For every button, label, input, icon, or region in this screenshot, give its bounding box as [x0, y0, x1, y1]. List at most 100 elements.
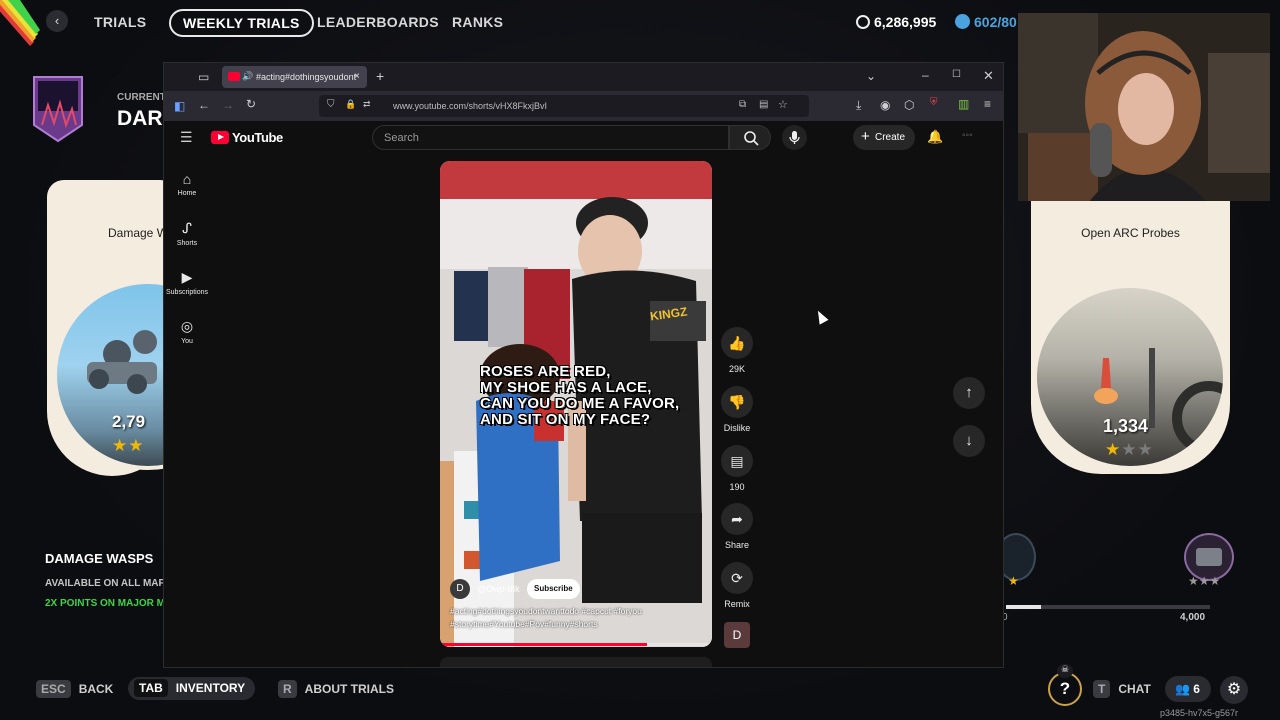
next-short-button[interactable]: ↓ — [953, 425, 985, 457]
token-balance: 602/80 — [955, 14, 1017, 30]
menu-icon[interactable]: ≡ — [984, 97, 991, 111]
youtube-logo-text[interactable]: YouTube — [232, 130, 283, 145]
sidebar-item-you[interactable]: ◎ You — [164, 318, 210, 345]
trial-title: DAMAGE WASPS — [45, 551, 154, 566]
dislike-button[interactable]: 👎 Dislike — [719, 386, 755, 433]
permissions-icon[interactable]: ⇄ — [363, 99, 371, 110]
avatar-loading-icon[interactable]: ◦◦◦ — [962, 130, 973, 141]
hashtags-line-1[interactable]: #acting#dothingsyoudontwanttodo #capcut … — [450, 606, 642, 616]
trial-card-open-arc-probes[interactable]: Open ARC Probes 1,334 ★★★ — [1031, 180, 1230, 474]
new-tab-icon[interactable]: + — [376, 68, 384, 84]
previous-short-button[interactable]: ↑ — [953, 377, 985, 409]
youtube-logo-icon[interactable] — [211, 131, 229, 144]
party-icon: 👥 — [1175, 682, 1190, 696]
pip-icon[interactable]: ⧉ — [739, 99, 746, 110]
address-bar[interactable]: ⛉ 🔒 ⇄ www.youtube.com/shorts/vHX8FkxjBvI… — [319, 95, 809, 117]
forward-icon[interactable]: → — [222, 98, 234, 112]
browser-toolbar: ◧ ← → ↻ ⛉ 🔒 ⇄ www.youtube.com/shorts/vHX… — [164, 91, 1003, 121]
chevron-down-icon[interactable]: ⌄ — [866, 69, 876, 83]
tab-weekly-trials[interactable]: WEEKLY TRIALS — [169, 9, 314, 37]
webcam-overlay — [1018, 13, 1270, 201]
tab-trials[interactable]: TRIALS — [94, 14, 146, 30]
coin-balance: 6,286,995 — [856, 14, 936, 30]
party-button[interactable]: 👥 6 — [1165, 676, 1211, 702]
tab-list-icon[interactable]: ▭ — [198, 70, 209, 84]
reload-icon[interactable]: ↻ — [246, 97, 256, 111]
share-arrow-icon: ➦ — [721, 503, 753, 535]
inventory-button[interactable]: TAB INVENTORY — [128, 677, 256, 700]
account-icon[interactable]: ◉ — [880, 98, 890, 112]
user-icon: ◎ — [180, 318, 194, 334]
card-title: Open ARC Probes — [1081, 226, 1180, 240]
youtube-header: ☰ YouTube Search + Create 🔔 ◦◦◦ — [164, 121, 1003, 155]
card-stars: ★★★ — [1105, 440, 1154, 459]
microphone-icon — [789, 131, 800, 144]
like-button[interactable]: 👍 29K — [719, 327, 755, 374]
sidebar-item-shorts[interactable]: ᔑ Shorts — [164, 220, 210, 247]
search-input[interactable]: Search — [372, 125, 729, 150]
thumbs-up-icon: 👍 — [721, 327, 753, 359]
close-icon[interactable]: ✕ — [983, 68, 994, 84]
channel-handle[interactable]: @Owp-t8k — [477, 584, 520, 594]
back-icon[interactable]: ← — [198, 98, 210, 112]
plus-icon: + — [861, 128, 870, 145]
adblock-icon[interactable]: ⛨ — [930, 97, 938, 108]
skull-icon: ☠ — [1057, 664, 1073, 678]
reader-icon[interactable]: ▤ — [759, 99, 768, 110]
subscribe-button[interactable]: Subscribe — [527, 579, 580, 599]
download-icon[interactable]: ⤓ — [856, 98, 861, 113]
lock-icon[interactable]: 🔒 — [345, 99, 356, 110]
comments-button[interactable]: ▤ 190 — [719, 445, 755, 492]
video-progress-bar[interactable] — [440, 643, 712, 646]
comment-icon: ▤ — [721, 445, 753, 477]
home-icon: ⌂ — [182, 171, 192, 187]
token-icon — [955, 14, 970, 29]
create-button[interactable]: + Create — [853, 125, 915, 150]
tab-key: TAB — [134, 679, 168, 697]
audio-source-avatar[interactable]: D — [724, 622, 750, 648]
streamer-webcam-image — [1018, 13, 1270, 201]
tab-ranks[interactable]: RANKS — [452, 14, 503, 30]
settings-gear-icon[interactable]: ⚙ — [1220, 676, 1248, 704]
maximize-icon[interactable]: ☐ — [952, 69, 961, 80]
search-icon — [744, 131, 759, 146]
speaker-icon[interactable]: 🔊 — [242, 71, 253, 82]
sidebar-item-home[interactable]: ⌂ Home — [164, 171, 210, 197]
trial-card-damage-wasps[interactable]: Damage W 2,79 ★★ — [47, 180, 243, 476]
esc-key: ESC — [36, 680, 71, 698]
share-button[interactable]: ➦ Share — [719, 503, 755, 550]
channel-avatar[interactable]: D — [450, 579, 470, 599]
points-progress-bar — [1006, 605, 1210, 609]
sidebar-icon[interactable]: ◧ — [174, 99, 185, 113]
chat-button[interactable]: T CHAT — [1093, 680, 1151, 698]
r-key: R — [278, 680, 297, 698]
card-stars: ★★ — [112, 436, 145, 455]
shield-icon[interactable]: ⛉ — [327, 99, 335, 110]
voice-search-button[interactable] — [782, 125, 807, 150]
tab-leaderboards[interactable]: LEADERBOARDS — [317, 14, 439, 30]
tab-close-icon[interactable]: × — [354, 71, 360, 82]
back-chevron-icon[interactable]: ‹ — [46, 10, 68, 32]
trial-bonus: 2X POINTS ON MAJOR MA — [45, 598, 173, 609]
browser-tabbar: ▭ 🔊 #acting#dothingsyoudont × + ⌄ – ☐ ✕ — [164, 63, 1003, 91]
search-button[interactable] — [729, 125, 771, 150]
crate-stars: ★★★ — [1188, 574, 1221, 588]
notifications-bell-icon[interactable]: 🔔 — [927, 129, 943, 145]
session-id: p3485-hv7x5-g567r — [1160, 708, 1239, 718]
minimize-icon[interactable]: – — [922, 68, 929, 82]
sidebar-item-subscriptions[interactable]: ▶ Subscriptions — [164, 269, 210, 296]
browser-tab[interactable]: 🔊 #acting#dothingsyoudont × — [222, 66, 367, 88]
bookmark-star-icon[interactable]: ☆ — [778, 98, 788, 111]
extensions-icon[interactable]: ⬡ — [904, 98, 914, 112]
about-trials-button[interactable]: R ABOUT TRIALS — [278, 680, 394, 698]
back-action[interactable]: ESC BACK — [36, 680, 113, 698]
shorts-icon: ᔑ — [182, 220, 192, 236]
equalizer-icon[interactable]: ▥ — [958, 97, 969, 111]
short-video-player[interactable]: KINGZ ROSES ARE RED, MY SHOE HAS A LACE,… — [440, 161, 712, 647]
remix-button[interactable]: ⟳ Remix — [719, 562, 755, 609]
coin-icon — [856, 15, 870, 29]
hamburger-menu-icon[interactable]: ☰ — [180, 129, 193, 146]
card-score: 2,79 — [112, 412, 146, 431]
current-label: CURRENT — [117, 92, 166, 103]
hashtags-line-2[interactable]: #storytime#Youtube#Pov#funny#shorts — [450, 619, 598, 629]
